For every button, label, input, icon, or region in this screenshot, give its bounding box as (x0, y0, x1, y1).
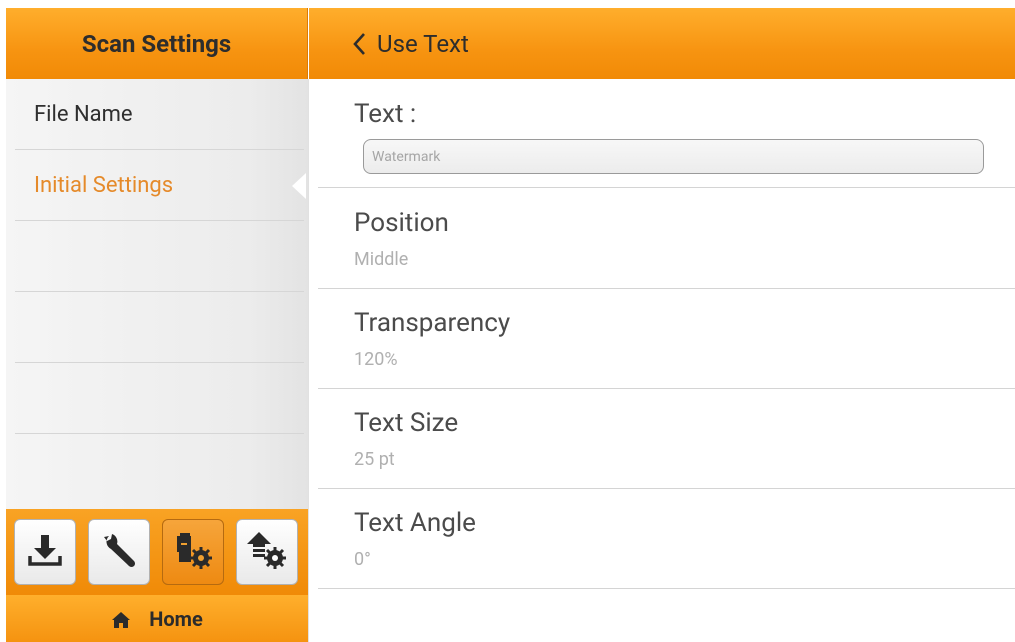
home-label: Home (149, 606, 203, 631)
text-label: Text : (354, 99, 417, 129)
text-size-label: Text Size (354, 408, 459, 438)
settings-tool-button[interactable] (88, 519, 150, 585)
sidebar-item-label: File Name (34, 101, 133, 127)
text-field-row: Text : (318, 79, 1015, 188)
transparency-value: 120% (354, 349, 398, 370)
text-angle-row[interactable]: Text Angle 0° (318, 489, 1015, 589)
upload-settings-icon (245, 528, 289, 576)
sidebar-item-label: Initial Settings (34, 172, 174, 198)
download-button[interactable] (14, 519, 76, 585)
text-size-row[interactable]: Text Size 25 pt (318, 389, 1015, 489)
sidebar-item-empty-2 (15, 292, 304, 363)
scanner-settings-icon (171, 528, 215, 576)
main-content: Text : Position Middle Transparency 120%… (309, 79, 1015, 642)
sidebar-item-initial-settings[interactable]: Initial Settings (15, 150, 304, 221)
download-icon (25, 530, 65, 574)
selection-pointer (292, 173, 306, 199)
page-header: Use Text (309, 8, 1015, 79)
home-button[interactable]: Home (6, 595, 308, 642)
home-icon (111, 610, 131, 628)
scan-settings-button[interactable] (162, 519, 224, 585)
top-strip (0, 0, 1015, 8)
sidebar: File Name Initial Settings (6, 79, 308, 509)
wrench-icon (99, 530, 139, 574)
back-chevron-icon[interactable] (351, 31, 369, 57)
text-angle-value: 0° (354, 549, 371, 570)
sidebar-header: Scan Settings (6, 8, 308, 79)
position-row[interactable]: Position Middle (318, 188, 1015, 289)
text-size-value: 25 pt (354, 449, 395, 470)
sidebar-item-empty-4 (15, 434, 304, 505)
sidebar-title: Scan Settings (81, 29, 232, 58)
page-title[interactable]: Use Text (377, 30, 469, 58)
transparency-row[interactable]: Transparency 120% (318, 289, 1015, 389)
upload-settings-button[interactable] (236, 519, 298, 585)
position-label: Position (354, 208, 449, 238)
sidebar-item-file-name[interactable]: File Name (15, 79, 304, 150)
bottom-toolbar (6, 509, 308, 595)
text-angle-label: Text Angle (354, 508, 476, 538)
position-value: Middle (354, 249, 409, 270)
transparency-label: Transparency (354, 308, 511, 338)
watermark-text-input[interactable] (363, 139, 984, 174)
sidebar-item-empty-3 (15, 363, 304, 434)
sidebar-item-empty-1 (15, 221, 304, 292)
